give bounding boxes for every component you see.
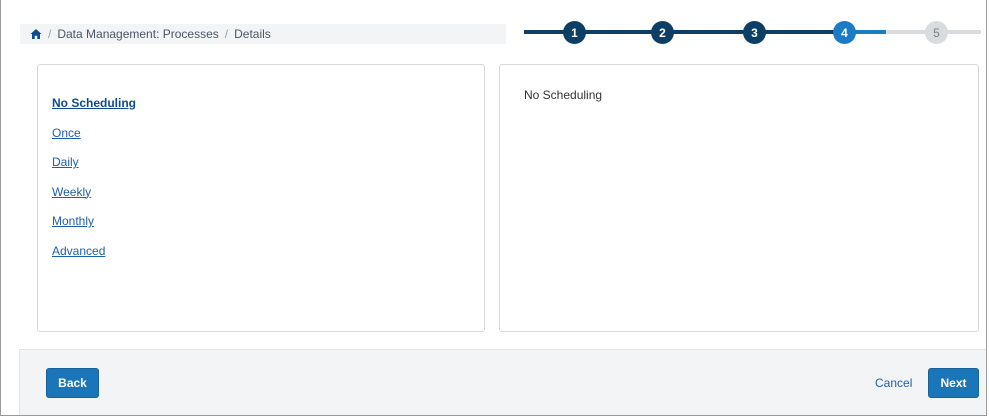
wizard-footer: Back Cancel Next (19, 349, 986, 415)
breadcrumb-separator: / (48, 27, 52, 41)
schedule-detail-panel: No Scheduling (499, 64, 979, 332)
step-1: 1 (563, 21, 586, 44)
schedule-option-no-scheduling[interactable]: No Scheduling (52, 96, 136, 110)
step-2: 2 (651, 21, 674, 44)
cancel-link[interactable]: Cancel (875, 376, 912, 390)
schedule-option-daily[interactable]: Daily (52, 155, 79, 169)
back-button[interactable]: Back (46, 368, 99, 398)
wizard-stepper: 1 2 3 4 5 (521, 18, 981, 46)
schedule-options-list: No Scheduling Once Daily Weekly Monthly … (52, 96, 136, 273)
next-button[interactable]: Next (928, 368, 979, 398)
breadcrumb-separator: / (224, 27, 229, 41)
breadcrumb-item-details: Details (234, 27, 271, 41)
step-3: 3 (743, 21, 766, 44)
schedule-option-monthly[interactable]: Monthly (52, 214, 94, 228)
step-4: 4 (833, 21, 856, 44)
breadcrumb-item-processes[interactable]: Data Management: Processes (57, 27, 218, 41)
step-5: 5 (925, 21, 948, 44)
schedule-option-once[interactable]: Once (52, 126, 81, 140)
breadcrumb: / Data Management: Processes / Details (20, 24, 506, 44)
schedule-options-panel: No Scheduling Once Daily Weekly Monthly … (37, 64, 485, 332)
schedule-option-weekly[interactable]: Weekly (52, 185, 91, 199)
home-icon[interactable] (30, 28, 42, 40)
schedule-option-advanced[interactable]: Advanced (52, 244, 105, 258)
wizard-frame: / Data Management: Processes / Details 1… (0, 0, 987, 416)
selected-schedule-text: No Scheduling (524, 88, 603, 102)
